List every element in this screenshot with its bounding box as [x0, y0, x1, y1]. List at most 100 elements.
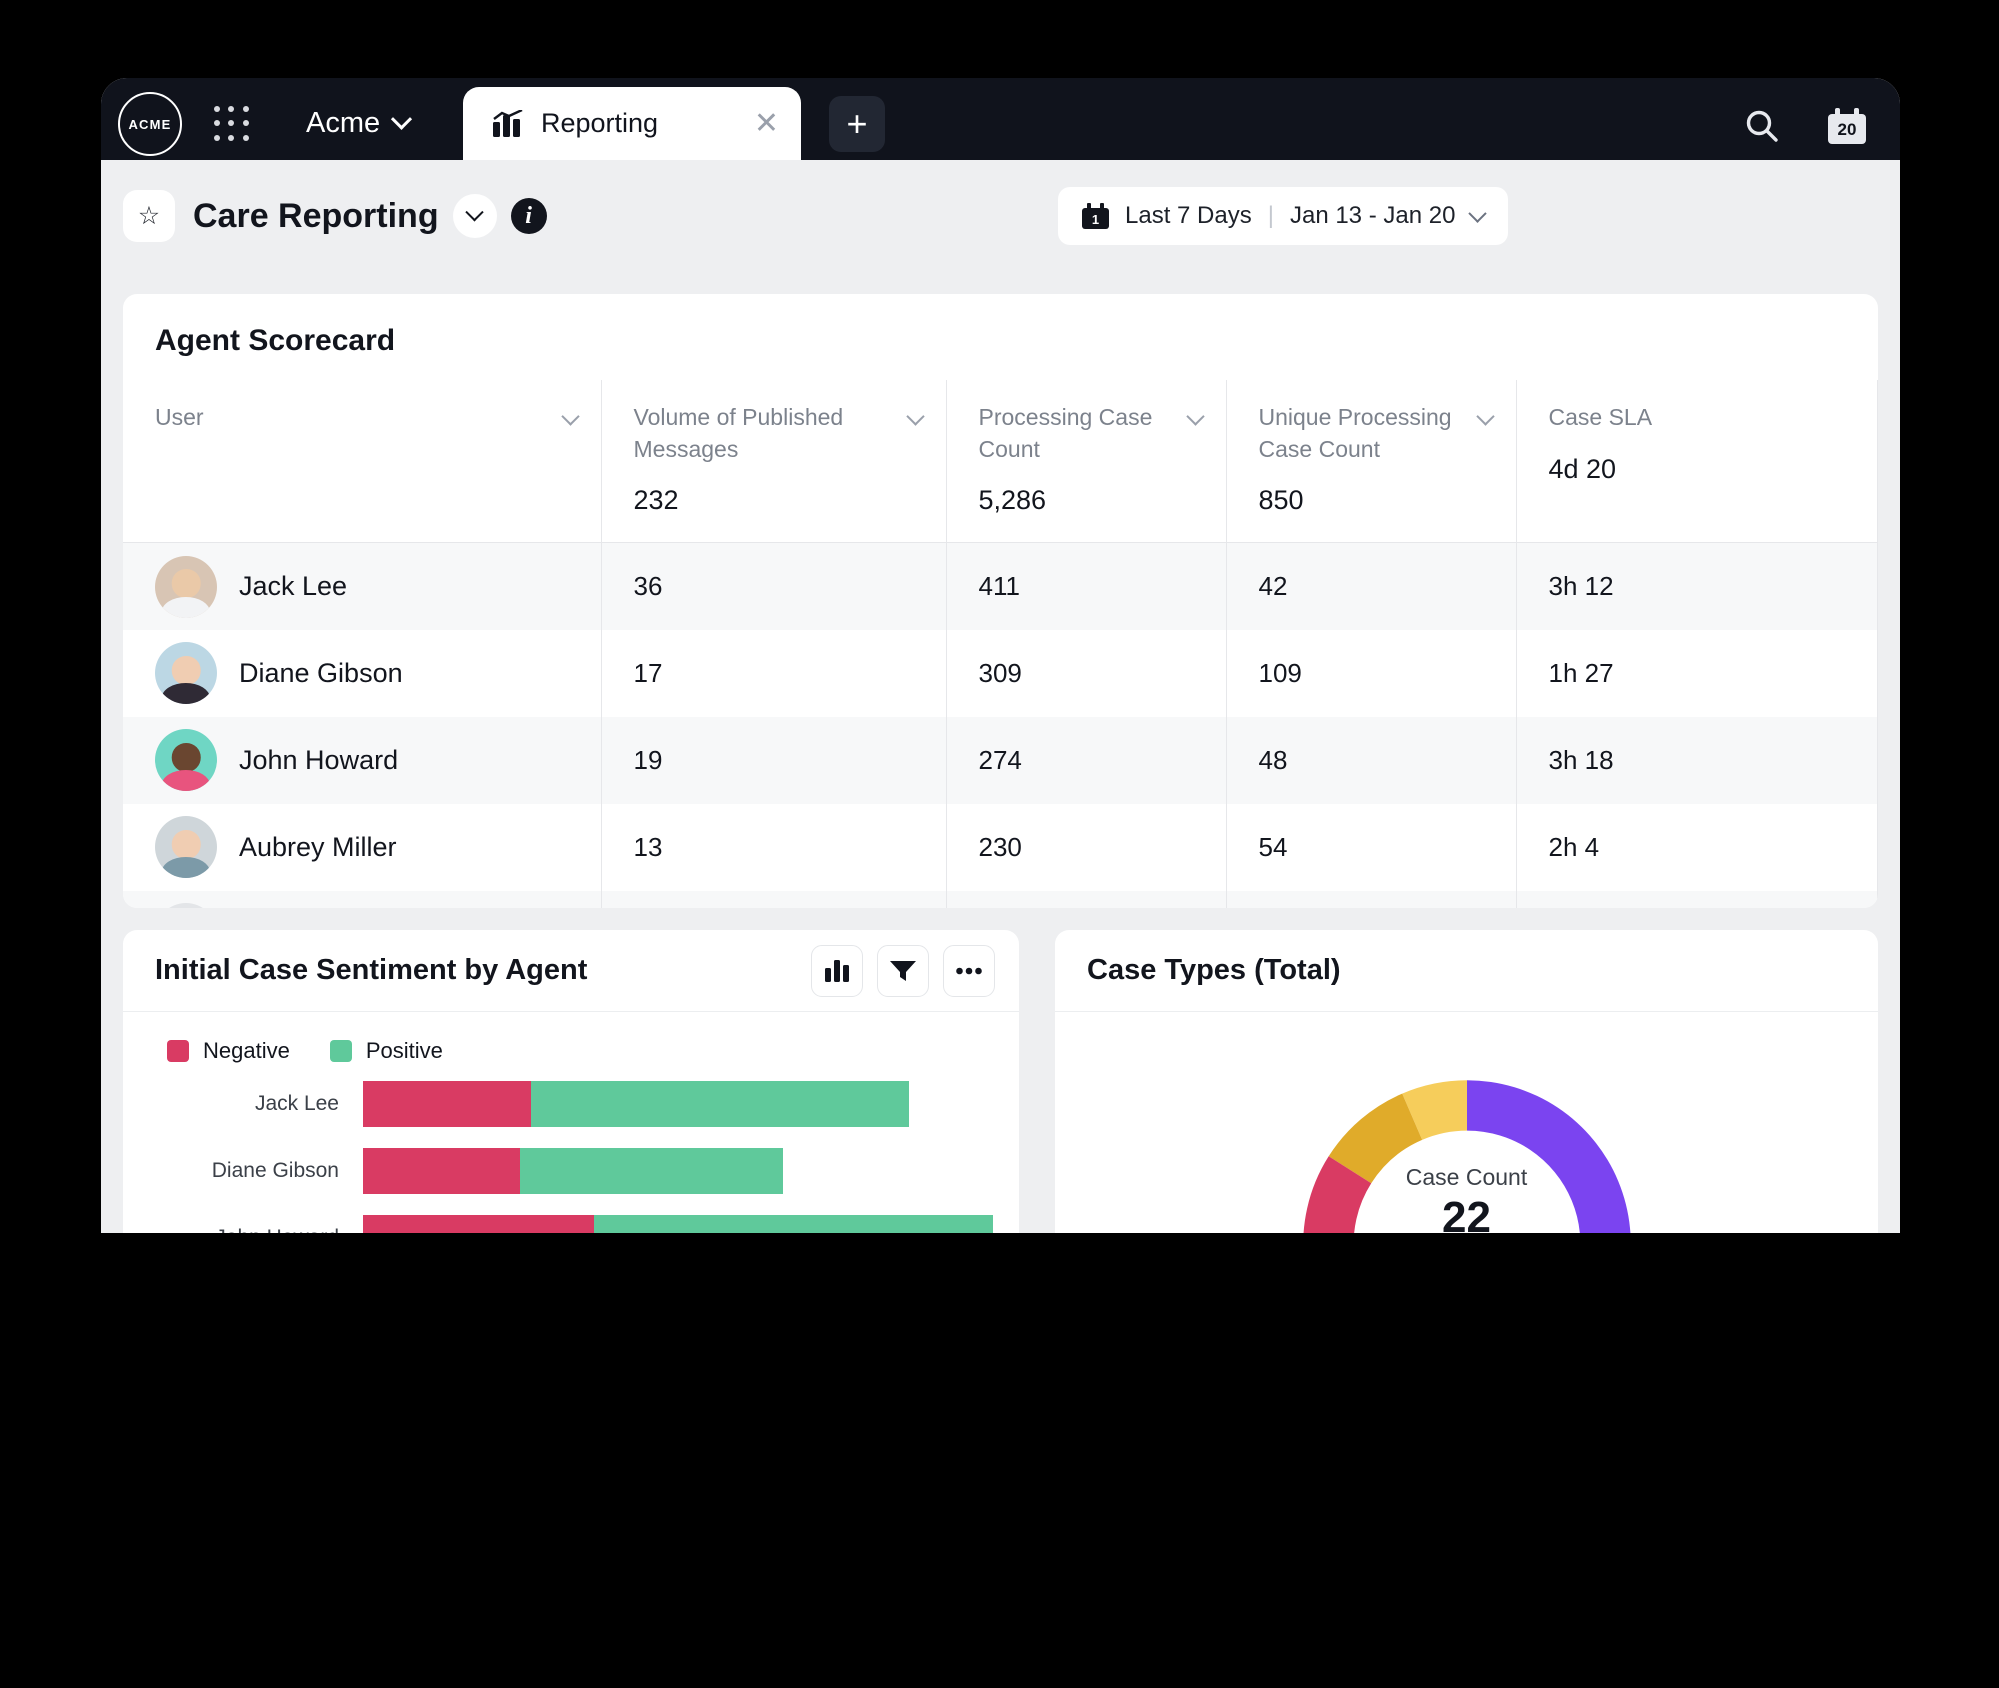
cell-sla: 1h 27 [1516, 630, 1878, 717]
bar-segment-negative [363, 1148, 520, 1194]
sentiment-legend: Negative Positive [123, 1012, 1019, 1064]
case-types-card-header: Case Types (Total) [1055, 930, 1878, 1012]
cell-published: 17 [601, 630, 946, 717]
close-icon[interactable]: ✕ [754, 109, 779, 139]
bar-track [363, 1215, 1019, 1233]
acme-logo[interactable]: ACME [118, 92, 182, 156]
page-title: Care Reporting [193, 197, 439, 236]
sentiment-card-header: Initial Case Sentiment by Agent [123, 930, 1019, 1012]
calendar-icon[interactable]: 20 [1828, 108, 1866, 144]
calendar-day: 20 [1828, 120, 1866, 140]
page-header: ☆ Care Reporting i 1 Last 7 Days | Jan 1… [101, 160, 1900, 272]
app-window: ACME Acme Reporting ✕ + [101, 78, 1900, 1233]
case-count-label: Case Count [1337, 1164, 1597, 1191]
table-row[interactable]: John Howard 19 274 48 3h 18 [123, 717, 1878, 804]
calendar-day: 1 [1082, 212, 1109, 227]
date-range-picker[interactable]: 1 Last 7 Days | Jan 13 - Jan 20 [1058, 187, 1508, 245]
date-range-label: Jan 13 - Jan 20 [1290, 202, 1455, 230]
filter-button[interactable] [877, 945, 929, 997]
bar-segment-positive [531, 1081, 909, 1127]
column-label: Volume of Published Messages [634, 402, 924, 465]
bar-row[interactable]: Diane Gibson [167, 1145, 1019, 1197]
bar-row[interactable]: John Howard [167, 1212, 1019, 1233]
table-row[interactable]: James Salisbury 17 206 49 1h 20 [123, 891, 1878, 908]
avatar [155, 642, 217, 704]
chevron-down-icon [391, 108, 412, 129]
lower-widgets-row: Initial Case Sentiment by Agent [123, 930, 1878, 1233]
calendar-icon: 1 [1082, 203, 1109, 229]
column-header-published-messages[interactable]: Volume of Published Messages 232 [601, 380, 946, 543]
bar-segment-positive [520, 1148, 782, 1194]
tab-label: Reporting [541, 108, 754, 139]
bar-chart-icon [493, 110, 524, 137]
cell-processing: 206 [946, 891, 1226, 908]
cell-unique: 48 [1226, 717, 1516, 804]
bar-row[interactable]: Jack Lee [167, 1078, 1019, 1130]
cell-user: James Salisbury [123, 891, 601, 908]
cell-user: Aubrey Miller [123, 804, 601, 891]
avatar [155, 556, 217, 618]
user-name: Aubrey Miller [239, 832, 397, 863]
legend-item-negative[interactable]: Negative [167, 1038, 290, 1064]
column-header-unique-processing-case-count[interactable]: Unique Processing Case Count 850 [1226, 380, 1516, 543]
cell-sla: 2h 4 [1516, 804, 1878, 891]
search-icon[interactable] [1742, 106, 1782, 146]
user-name: Jack Lee [239, 571, 347, 602]
table-row[interactable]: Aubrey Miller 13 230 54 2h 4 [123, 804, 1878, 891]
cell-sla: 3h 18 [1516, 717, 1878, 804]
column-header-processing-case-count[interactable]: Processing Case Count 5,286 [946, 380, 1226, 543]
cell-unique: 54 [1226, 804, 1516, 891]
cell-unique: 109 [1226, 630, 1516, 717]
star-icon: ☆ [138, 201, 160, 231]
bar-track [363, 1081, 1019, 1127]
column-header-case-sla[interactable]: Case SLA 4d 20 [1516, 380, 1878, 543]
cell-sla: 3h 12 [1516, 543, 1878, 630]
cell-user: Diane Gibson [123, 630, 601, 717]
legend-label: Positive [366, 1038, 443, 1064]
cell-unique: 49 [1226, 891, 1516, 908]
org-switcher[interactable]: Acme [306, 98, 409, 148]
bar-track [363, 1148, 1019, 1194]
initial-case-sentiment-card: Initial Case Sentiment by Agent [123, 930, 1019, 1233]
cell-published: 17 [601, 891, 946, 908]
cell-processing: 309 [946, 630, 1226, 717]
table-row[interactable]: Jack Lee 36 411 42 3h 12 [123, 543, 1878, 630]
column-total: 5,286 [979, 485, 1204, 516]
favorite-star-button[interactable]: ☆ [123, 190, 175, 242]
new-tab-button[interactable]: + [829, 96, 885, 152]
table-row[interactable]: Diane Gibson 17 309 109 1h 27 [123, 630, 1878, 717]
cell-processing: 274 [946, 717, 1226, 804]
cell-unique: 42 [1226, 543, 1516, 630]
avatar [155, 729, 217, 791]
donut-center-label: Case Count 22 [1337, 1164, 1597, 1233]
bar-segment-negative [363, 1215, 594, 1233]
case-count-value: 22 [1337, 1193, 1597, 1233]
info-icon[interactable]: i [511, 198, 547, 234]
chevron-down-icon [1469, 204, 1487, 222]
tab-reporting[interactable]: Reporting ✕ [463, 87, 801, 160]
case-types-donut-chart: Case Count 22 [1055, 1012, 1878, 1233]
agent-scorecard-card: Agent Scorecard User Volume of Published… [123, 294, 1878, 908]
column-total: 850 [1259, 485, 1494, 516]
chart-type-button[interactable] [811, 945, 863, 997]
apps-grid-icon[interactable] [214, 106, 252, 144]
user-name: Diane Gibson [239, 658, 403, 689]
page-title-dropdown-button[interactable] [453, 194, 497, 238]
column-label: Case SLA [1549, 402, 1856, 434]
more-options-button[interactable] [943, 945, 995, 997]
legend-item-positive[interactable]: Positive [330, 1038, 443, 1064]
bar-category-label: Jack Lee [167, 1092, 363, 1116]
column-header-user[interactable]: User [123, 380, 601, 543]
bar-segment-negative [363, 1081, 531, 1127]
bar-category-label: John Howard [167, 1226, 363, 1233]
top-navigation-bar: ACME Acme Reporting ✕ + [101, 78, 1900, 160]
bar-segment-positive [594, 1215, 993, 1233]
cell-user: Jack Lee [123, 543, 601, 630]
cell-user: John Howard [123, 717, 601, 804]
column-label: User [155, 402, 579, 434]
cell-sla: 1h 20 [1516, 891, 1878, 908]
cell-published: 36 [601, 543, 946, 630]
new-tab-label: + [846, 103, 867, 145]
legend-swatch-positive [330, 1040, 352, 1062]
date-preset-label: Last 7 Days [1125, 202, 1252, 230]
